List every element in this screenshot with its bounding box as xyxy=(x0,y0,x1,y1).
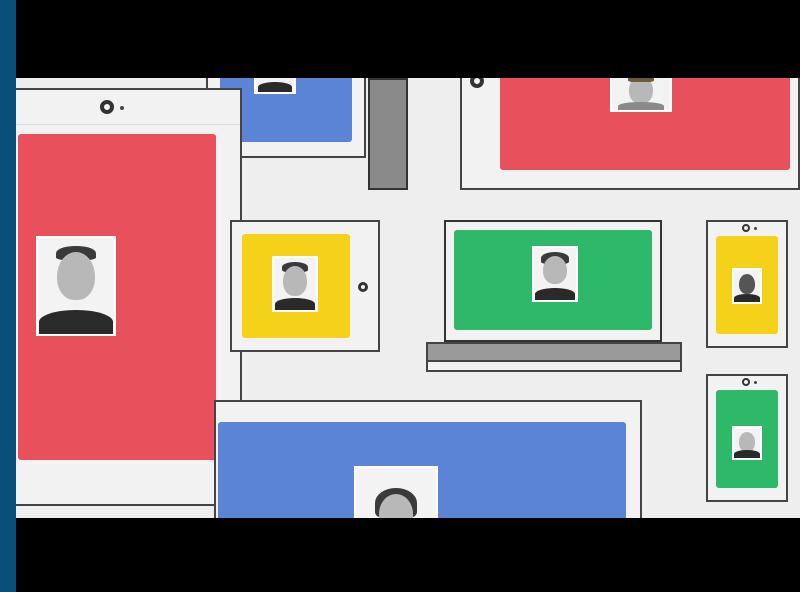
green-laptop-keyboard xyxy=(426,342,682,362)
video-frame xyxy=(16,0,800,592)
camera-icon xyxy=(742,378,750,386)
tablet-top-strip xyxy=(16,90,240,125)
laptop-base-edge xyxy=(426,362,682,372)
student-photo xyxy=(732,426,762,460)
camera-icon xyxy=(358,282,368,292)
student-photo xyxy=(354,466,438,518)
camera-icon xyxy=(742,224,750,232)
letterbox-bottom xyxy=(16,518,800,592)
student-photo xyxy=(36,236,116,336)
sensor-dot xyxy=(754,381,757,384)
student-photo xyxy=(732,268,762,304)
large-red-tablet xyxy=(16,88,242,506)
red-monitor-top-right xyxy=(460,78,800,190)
sensor-dot xyxy=(120,106,124,110)
sensor-dot xyxy=(754,227,757,230)
letterbox-top xyxy=(16,0,800,78)
grey-panel xyxy=(368,78,408,190)
green-phone xyxy=(706,374,788,502)
yellow-phone xyxy=(706,220,788,348)
green-laptop xyxy=(444,220,662,342)
yellow-tablet xyxy=(230,220,380,352)
camera-icon xyxy=(100,100,114,114)
camera-icon xyxy=(470,78,484,88)
device-collage-scene xyxy=(16,78,800,518)
student-photo xyxy=(272,256,318,312)
student-photo xyxy=(532,246,578,302)
student-photo xyxy=(254,78,296,94)
blue-monitor-bottom xyxy=(214,400,642,518)
student-photo xyxy=(610,78,672,112)
